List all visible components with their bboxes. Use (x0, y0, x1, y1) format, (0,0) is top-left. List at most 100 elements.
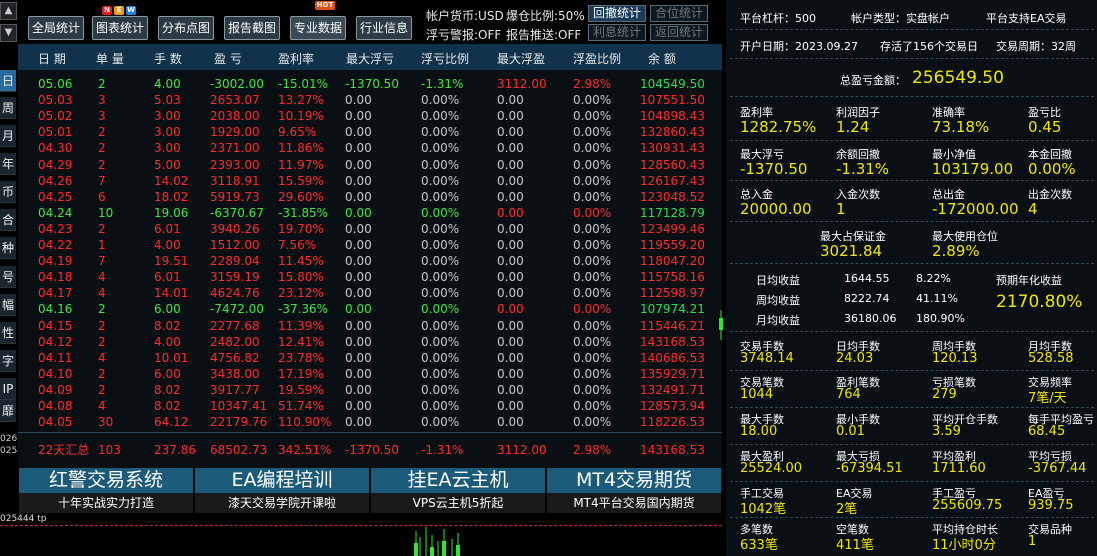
ad-trading-system[interactable]: 红警交易系统 十年实战实力打造 (19, 468, 193, 513)
ad-vps-host[interactable]: 挂EA云主机 VPS云主机5折起 (371, 468, 545, 513)
cell-pnl: 2482.00 (210, 334, 260, 349)
period-char-tab[interactable]: 字 (0, 350, 16, 372)
scroll-up-arrow-icon[interactable]: ▲ (0, 2, 17, 20)
period-month-tab[interactable]: 月 (0, 125, 16, 147)
cell-lossratio: 0.00% (421, 334, 460, 349)
cell-lossratio: 0.00% (421, 350, 460, 365)
cell-maxloss: -1370.50 (345, 77, 399, 91)
table-row[interactable]: 05.02 3 3.00 2038.00 10.19% 0.00 0.00% 0.00 0.00… (18, 108, 722, 124)
cell-balance: 115446.21 (640, 318, 705, 333)
table-row[interactable]: 04.19 7 19.51 2289.04 11.45% 0.00 0.00% 0.00 0.0… (18, 253, 722, 269)
cell-balance: 107551.50 (640, 93, 705, 108)
period-currency-tab[interactable]: 币 (0, 181, 16, 203)
cell-date: 05.01 (38, 125, 73, 140)
cell-lossratio: 0.00% (421, 270, 460, 285)
interest-stats-button[interactable]: 利息统计 (588, 24, 646, 41)
table-row[interactable]: 04.23 2 6.01 3940.26 19.70% 0.00 0.00% 0.00 0.00… (18, 221, 722, 237)
col-lossratio-header: 浮亏比例 (421, 52, 470, 66)
price-chart-area[interactable]: 025444 tp (0, 513, 722, 556)
table-row[interactable]: 05.03 3 5.03 2653.07 13.27% 0.00 0.00% 0.00 0.00… (18, 92, 722, 108)
table-row[interactable]: 04.25 6 18.02 5919.73 29.60% 0.00 0.00% 0.00 0.0… (18, 189, 722, 205)
cell-profitratio: 0.00% (573, 302, 612, 317)
cell-orders: 4 (98, 399, 106, 413)
cell-profitratio: 0.00% (573, 270, 612, 285)
cell-lots: 14.02 (154, 173, 189, 188)
table-row[interactable]: 04.05 30 64.12 22179.76 110.90% 0.00 0.00% 0.00… (18, 414, 722, 430)
cell-rate: 9.65% (278, 125, 317, 140)
period-number-tab[interactable]: 号 (0, 266, 16, 288)
cell-balance: 123499.46 (640, 221, 705, 236)
cell-profitratio: 0.00% (573, 189, 612, 204)
table-row[interactable]: 04.09 2 8.02 3917.77 19.59% 0.00 0.00% 0.00 0.00… (18, 382, 722, 398)
report-screenshot-button[interactable]: 报告截图 (224, 16, 280, 40)
table-row[interactable]: 04.26 7 14.02 3118.91 15.59% 0.00 0.00% 0.00 0.0… (18, 173, 722, 189)
period-week-tab[interactable]: 周 (0, 97, 16, 119)
return-stats-button[interactable]: 返回统计 (650, 24, 708, 41)
cell-lots: 6.01 (154, 270, 181, 285)
stat-value: -3767.44 (1028, 461, 1087, 476)
cell-maxloss: 0.00 (345, 221, 372, 236)
table-row[interactable]: 04.10 2 6.00 3438.00 17.19% 0.00 0.00% 0.00 0.00… (18, 366, 722, 382)
cell-pnl: 10347.41 (210, 399, 268, 413)
cell-date: 04.26 (38, 173, 73, 188)
table-row[interactable]: 04.30 2 3.00 2371.00 11.86% 0.00 0.00% 0.00 0.00… (18, 140, 722, 156)
cell-orders: 2 (98, 366, 106, 381)
period-year-tab[interactable]: 年 (0, 153, 16, 175)
cell-maxloss: 0.00 (345, 318, 372, 333)
table-row[interactable]: 04.11 4 10.01 4756.82 23.78% 0.00 0.00% 0.00 0.0… (18, 350, 722, 366)
table-row[interactable]: 05.06 2 4.00 -3002.00 -15.01% -1370.50 -1.31% 3… (18, 76, 722, 92)
table-row[interactable]: 04.16 2 6.00 -7472.00 -37.36% 0.00 0.00% 0.00 0.… (18, 301, 722, 317)
chart-stats-button[interactable]: 图表统计 (92, 16, 148, 40)
pro-data-button[interactable]: 专业数据 (290, 16, 346, 40)
cell-date: 04.16 (38, 302, 73, 317)
table-row[interactable]: 04.08 4 8.02 10347.41 51.74% 0.00 0.00% 0.00 0.0… (18, 398, 722, 414)
table-row[interactable]: 05.01 2 3.00 1929.00 9.65% 0.00 0.00% 0.00 0.00%… (18, 124, 722, 140)
period-contract-tab[interactable]: 合 (0, 209, 16, 231)
cell-orders: 30 (98, 415, 114, 430)
drawdown-stats-button[interactable]: 回撤统计 (588, 5, 646, 22)
table-row[interactable]: 04.29 2 5.00 2393.00 11.97% 0.00 0.00% 0.00 0.00… (18, 157, 722, 173)
table-row[interactable]: 04.22 1 4.00 1512.00 7.56% 0.00 0.00% 0.00 0.00%… (18, 237, 722, 253)
cell-lots: 4.00 (154, 238, 181, 252)
cell-balance: 118047.20 (640, 254, 705, 269)
position-stats-button[interactable]: 合位统计 (650, 5, 708, 22)
cell-rate: 110.90% (278, 415, 332, 430)
summary-pnl: 68502.73 (210, 443, 268, 457)
cell-lots: 5.03 (154, 93, 181, 108)
period-symbol-tab[interactable]: 种 (0, 237, 16, 259)
period-property-tab[interactable]: 性 (0, 322, 16, 344)
industry-info-button[interactable]: 行业信息 (356, 16, 412, 40)
monthly-return-value: 36180.06 (844, 312, 897, 325)
distribution-button[interactable]: 分布点图 (158, 16, 214, 40)
period-sidebar: ▲ ▼ 日 周 月 年 币 合 种 号 幅 性 字 IP 靡 0261 0254 (0, 0, 23, 556)
table-row[interactable]: 04.18 4 6.01 3159.19 15.80% 0.00 0.00% 0.00 0.00… (18, 269, 722, 285)
cell-lots: 19.51 (154, 254, 189, 269)
table-row[interactable]: 04.17 4 14.01 4624.76 23.12% 0.00 0.00% 0.00 0.0… (18, 285, 722, 301)
daily-stats-panel: 全局统计 N E W 图表统计 分布点图 报告截图 HOT 专业数据 行业信息 … (18, 0, 722, 468)
table-row[interactable]: 04.12 2 4.00 2482.00 12.41% 0.00 0.00% 0.00 0.00… (18, 334, 722, 350)
period-extra-tab[interactable]: 靡 (0, 400, 16, 422)
cell-rate: -31.85% (278, 205, 329, 220)
cell-lossratio: 0.00% (421, 254, 460, 269)
table-row[interactable]: 04.15 2 8.02 2277.68 11.39% 0.00 0.00% 0.00 0.00… (18, 318, 722, 334)
global-stats-button[interactable]: 全局统计 (28, 16, 84, 40)
stat-value: -1370.50 (740, 160, 808, 178)
ad-mt4-futures[interactable]: MT4交易期货 MT4平台交易国内期货 (547, 468, 721, 513)
cell-profitratio: 2.98% (573, 77, 612, 91)
period-range-tab[interactable]: 幅 (0, 294, 16, 316)
stat-value: 3.59 (932, 424, 961, 439)
cell-balance: 104898.43 (640, 109, 705, 124)
ad-ea-training[interactable]: EA编程培训 漆天交易学院开课啦 (195, 468, 369, 513)
cell-maxprofit: 0.00 (497, 350, 524, 365)
toolbar: 全局统计 N E W 图表统计 分布点图 报告截图 HOT 专业数据 行业信息 … (18, 0, 722, 44)
table-header: 日 期 单 量 手 数 盈 亏 盈利率 最大浮亏 浮亏比例 最大浮盈 浮盈比例 … (18, 44, 722, 70)
period-day-tab[interactable]: 日 (0, 70, 16, 92)
col-orders-header: 单 量 (96, 52, 124, 66)
period-ip-tab[interactable]: IP (0, 378, 16, 400)
stat-value: 0.45 (1028, 118, 1062, 136)
scroll-down-arrow-icon[interactable]: ▼ (0, 24, 17, 42)
ad-subtitle: 十年实战实力打造 (19, 493, 193, 513)
cell-maxloss: 0.00 (345, 238, 372, 252)
cell-maxprofit: 3112.00 (497, 77, 547, 91)
table-row[interactable]: 04.24 10 19.06 -6370.67 -31.85% 0.00 0.00% 0.00… (18, 205, 722, 221)
